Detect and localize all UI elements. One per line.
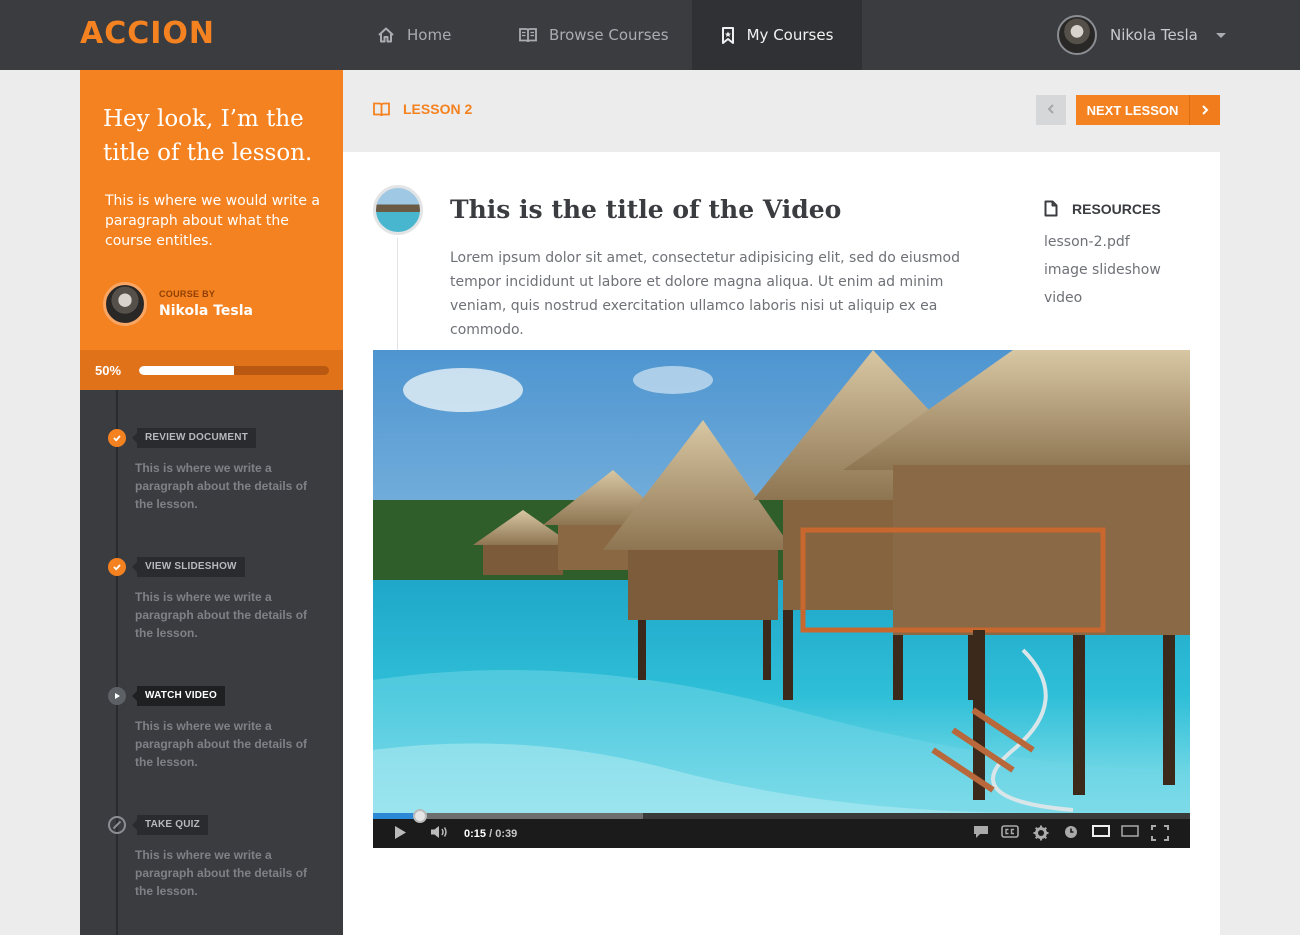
player-controls: 0:15 / 0:39 [373,809,1190,848]
resource-link[interactable]: lesson-2.pdf [1044,228,1161,256]
play-icon [108,687,126,705]
step-description: This is where we write a paragraph about… [135,461,308,511]
blocked-icon [108,816,126,834]
document-icon [1044,200,1058,217]
resource-link[interactable]: video [1044,284,1161,312]
top-navbar: ACCION Home Browse Courses My Courses Ni… [0,0,1300,70]
lesson-steps: REVIEW DOCUMENT This is where we write a… [80,390,343,935]
bookmark-icon [721,26,735,44]
nav-my-courses[interactable]: My Courses [692,0,862,70]
resources-heading-label: RESOURCES [1072,200,1161,217]
step-watch-video[interactable]: WATCH VIDEO This is where we write a par… [80,686,343,797]
lesson-number-label: LESSON 2 [403,101,473,117]
step-view-slideshow[interactable]: VIEW SLIDESHOW This is where we write a … [80,557,343,668]
nav-browse-courses-label: Browse Courses [549,26,669,44]
thumbnail-connector [397,238,398,350]
gear-icon[interactable] [1033,825,1049,841]
course-author: COURSE BY Nikola Tesla [103,282,253,326]
check-icon [108,429,126,447]
progress-percent: 50% [95,363,122,378]
video-description: Lorem ipsum dolor sit amet, consectetur … [450,250,960,338]
progress-bar [139,366,329,375]
brand-logo[interactable]: ACCION [80,16,215,51]
book-icon [519,27,537,43]
resources-heading: RESOURCES [1044,200,1161,217]
next-lesson-button[interactable]: NEXT LESSON [1076,95,1220,125]
nav-browse-courses[interactable]: Browse Courses [519,0,669,70]
lesson-header: LESSON 2 NEXT LESSON [343,70,1220,152]
current-time: 0:15 [464,828,487,840]
video-frame [373,350,1190,813]
author-label: COURSE BY [159,289,216,299]
chevron-down-icon [1215,32,1226,38]
nav-home[interactable]: Home [377,0,451,70]
chevron-left-icon [1047,101,1055,119]
video-player[interactable]: 0:15 / 0:39 [373,350,1190,848]
home-icon [377,26,395,44]
author-name: Nikola Tesla [159,303,253,319]
progress-bar-fill [139,366,234,375]
seek-bar[interactable] [373,809,1190,823]
lesson-title: Hey look, I’m the title of the lesson. [103,106,313,166]
volume-icon[interactable] [430,825,450,839]
resource-link[interactable]: image slideshow [1044,256,1161,284]
lesson-info-panel: Hey look, I’m the title of the lesson. T… [80,70,343,350]
previous-lesson-button[interactable] [1036,95,1066,125]
video-title: This is the title of the Video [450,195,842,224]
step-tag[interactable]: TAKE QUIZ [132,815,208,835]
video-thumbnail [373,185,423,235]
step-tag[interactable]: REVIEW DOCUMENT [132,428,256,448]
step-take-quiz[interactable]: TAKE QUIZ This is where we write a parag… [80,815,343,926]
step-description: This is where we write a paragraph about… [135,848,308,898]
user-name: Nikola Tesla [1110,26,1198,44]
fullscreen-icon[interactable] [1151,825,1169,841]
clock-icon[interactable] [1064,825,1078,839]
cc-icon[interactable] [1001,825,1019,838]
step-tag[interactable]: WATCH VIDEO [131,686,226,706]
captions-bubble-icon[interactable] [973,825,989,839]
next-lesson-label: NEXT LESSON [1086,102,1179,118]
step-tag[interactable]: VIEW SLIDESHOW [132,557,245,577]
lesson-description: This is where we would write a paragraph… [105,193,320,249]
lesson-number: LESSON 2 [373,101,472,117]
seek-handle[interactable] [413,809,427,823]
open-book-icon [373,102,390,117]
playback-time: 0:15 / 0:39 [464,828,517,840]
resources-list: lesson-2.pdf image slideshow video [1044,228,1161,312]
user-avatar [1057,15,1097,55]
course-progress: 50% [80,350,343,390]
user-menu[interactable]: Nikola Tesla [1057,15,1226,55]
nav-my-courses-label: My Courses [746,26,834,44]
step-description: This is where we write a paragraph about… [135,590,308,640]
check-icon [108,558,126,576]
duration: 0:39 [495,828,518,840]
large-player-icon[interactable] [1121,825,1139,837]
small-player-icon[interactable] [1092,825,1110,837]
chevron-right-icon [1189,95,1220,125]
step-description: This is where we write a paragraph about… [135,719,308,769]
play-icon[interactable] [393,825,407,840]
author-avatar [103,282,147,326]
nav-home-label: Home [407,26,452,44]
step-review-document[interactable]: REVIEW DOCUMENT This is where we write a… [80,428,343,539]
